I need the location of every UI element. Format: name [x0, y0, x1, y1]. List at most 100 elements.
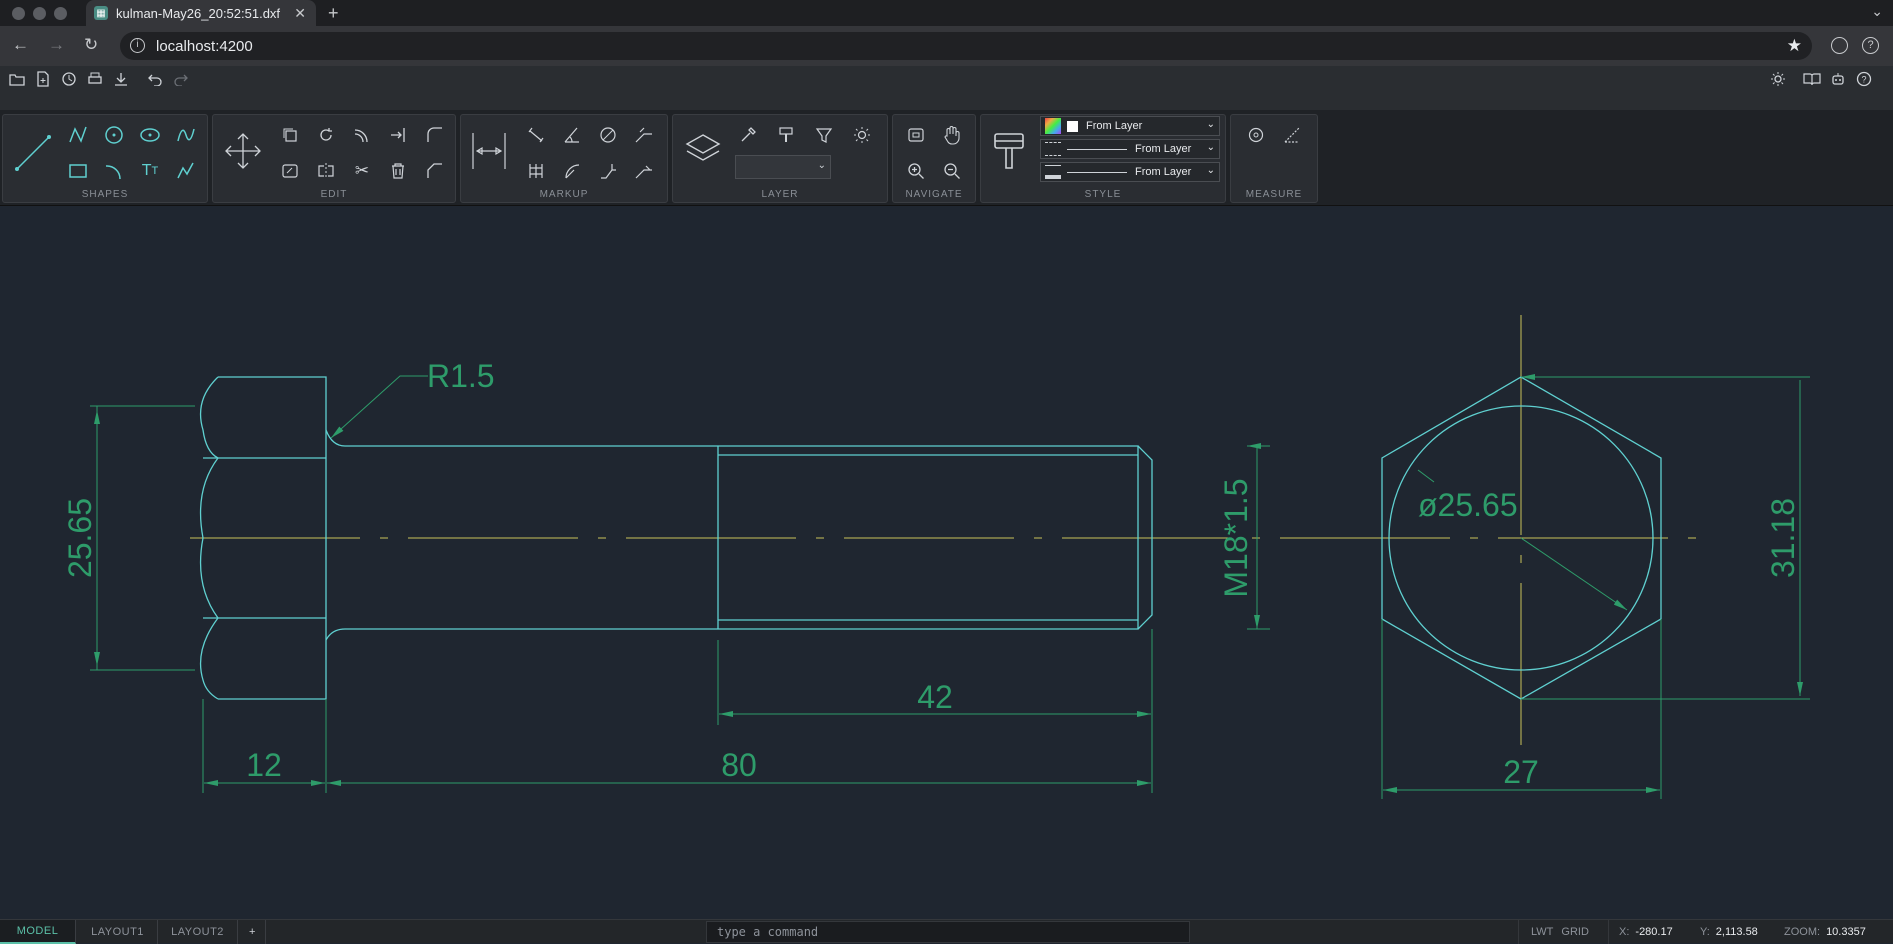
arc-tool-icon[interactable]: [99, 156, 129, 186]
grid-toggle[interactable]: GRID: [1561, 926, 1589, 938]
cad-drawing[interactable]: R1.5 25.65 M18*1.5 ø25.65 31.18 12 80 42…: [0, 207, 1893, 919]
tab-layout1[interactable]: LAYOUT1: [78, 920, 158, 944]
leader-dimension-icon[interactable]: [629, 120, 659, 150]
measure-distance-icon[interactable]: [1277, 120, 1307, 150]
robot-icon[interactable]: [1825, 66, 1851, 92]
dim-head-height-text: 25.65: [62, 498, 98, 578]
rectangle-tool-icon[interactable]: [63, 156, 93, 186]
markup-group-label: MARKUP: [539, 189, 589, 200]
bookmark-star-icon[interactable]: ★: [1787, 36, 1802, 56]
move-tool-icon[interactable]: [221, 129, 265, 173]
app-quick-access-bar: ?: [0, 66, 1893, 114]
linear-dimension-icon[interactable]: [469, 129, 509, 173]
ellipse-tool-icon[interactable]: [135, 120, 165, 150]
layers-icon[interactable]: [683, 129, 723, 169]
tab-layout2[interactable]: LAYOUT2: [158, 920, 238, 944]
open-folder-icon[interactable]: [4, 66, 30, 92]
angular-dimension-icon[interactable]: [557, 120, 587, 150]
reload-icon[interactable]: ↻: [84, 35, 98, 55]
lwt-toggle[interactable]: LWT: [1531, 926, 1553, 938]
radius-dimension-icon[interactable]: [557, 156, 587, 186]
book-icon[interactable]: [1799, 66, 1825, 92]
zoom-extents-icon[interactable]: [901, 120, 931, 150]
undo-icon[interactable]: [142, 66, 168, 92]
offset-tool-icon[interactable]: [347, 120, 377, 150]
dimension-texts: R1.5 25.65 M18*1.5 ø25.65 31.18 12 80 42…: [62, 358, 1801, 790]
profile-icon[interactable]: [1831, 37, 1848, 54]
diameter-dimension-icon[interactable]: [593, 120, 623, 150]
eyedropper-icon[interactable]: [733, 120, 763, 150]
linetype-select-value: From Layer: [1135, 143, 1192, 155]
site-info-icon[interactable]: i: [130, 38, 145, 53]
color-select-value: From Layer: [1086, 120, 1143, 132]
forward-arrow-icon[interactable]: →: [48, 35, 65, 55]
color-select[interactable]: From Layer ⌄: [1040, 116, 1220, 136]
drawing-canvas[interactable]: R1.5 25.65 M18*1.5 ø25.65 31.18 12 80 42…: [0, 207, 1893, 919]
help-circle-icon[interactable]: ?: [1851, 66, 1877, 92]
tab-model[interactable]: MODEL: [0, 920, 76, 944]
theme-sun-icon[interactable]: [1765, 66, 1791, 92]
circle-tool-icon[interactable]: [99, 120, 129, 150]
edit-group: ✂ EDIT: [212, 114, 456, 203]
ordinate-dimension-icon[interactable]: [593, 156, 623, 186]
new-tab-icon[interactable]: +: [328, 3, 339, 24]
extend-tool-icon[interactable]: [383, 120, 413, 150]
zoom-label: ZOOM:: [1784, 926, 1821, 938]
command-input[interactable]: type a command: [706, 921, 1190, 943]
y-coord-label: Y:: [1700, 926, 1710, 938]
browser-tab[interactable]: ▦ kulman-May26_20:52:51.dxf ✕: [86, 0, 316, 26]
spline-tool-icon[interactable]: [171, 120, 201, 150]
history-icon[interactable]: [56, 66, 82, 92]
redo-icon[interactable]: [168, 66, 194, 92]
zoom-value: 10.3357: [1826, 926, 1866, 938]
layer-light-icon[interactable]: [847, 120, 877, 150]
window-close-dot[interactable]: [12, 7, 25, 20]
dimension-lines: [90, 376, 1810, 799]
window-minimize-dot[interactable]: [33, 7, 46, 20]
help-icon[interactable]: ?: [1862, 37, 1879, 54]
lineweight-select[interactable]: From Layer ⌄: [1040, 162, 1220, 182]
chamfer-tool-icon[interactable]: [419, 156, 449, 186]
x-coord-label: X:: [1619, 926, 1630, 938]
back-arrow-icon[interactable]: ←: [12, 35, 29, 55]
rotate-tool-icon[interactable]: [311, 120, 341, 150]
url-field[interactable]: i localhost:4200 ★: [120, 32, 1812, 60]
delete-trash-icon[interactable]: [383, 156, 413, 186]
baseline-dimension-icon[interactable]: [521, 156, 551, 186]
layer-group: ⌄ LAYER: [672, 114, 888, 203]
trim-scissors-icon[interactable]: ✂: [347, 156, 377, 186]
window-zoom-dot[interactable]: [54, 7, 67, 20]
measure-area-icon[interactable]: [1241, 120, 1271, 150]
new-file-icon[interactable]: [30, 66, 56, 92]
svg-text:?: ?: [1861, 75, 1866, 85]
lineweight-icon: [1045, 165, 1061, 179]
text-tool-icon[interactable]: TT: [135, 156, 165, 186]
continue-dimension-icon[interactable]: [629, 156, 659, 186]
linetype-icon: [1045, 142, 1061, 156]
fillet-tool-icon[interactable]: [419, 120, 449, 150]
zoom-out-icon[interactable]: [937, 156, 967, 186]
match-properties-brush-icon[interactable]: [991, 131, 1027, 171]
freehand-tool-icon[interactable]: [171, 156, 201, 186]
layer-paint-icon[interactable]: [771, 120, 801, 150]
markup-group: MARKUP: [460, 114, 668, 203]
aligned-dimension-icon[interactable]: [521, 120, 551, 150]
filter-icon[interactable]: [809, 120, 839, 150]
scale-tool-icon[interactable]: [275, 156, 305, 186]
add-layout-button[interactable]: +: [240, 920, 266, 944]
polyline-tool-icon[interactable]: [63, 120, 93, 150]
tab-search-chevron-icon[interactable]: ⌄: [1871, 3, 1883, 20]
download-icon[interactable]: [108, 66, 134, 92]
close-tab-icon[interactable]: ✕: [294, 5, 306, 22]
lineweight-preview: [1067, 171, 1127, 173]
mirror-tool-icon[interactable]: [311, 156, 341, 186]
linetype-select[interactable]: From Layer ⌄: [1040, 139, 1220, 159]
print-icon[interactable]: [82, 66, 108, 92]
dim-thread-length-text: 42: [917, 679, 953, 715]
line-tool-icon[interactable]: [13, 133, 53, 173]
zoom-in-icon[interactable]: [901, 156, 931, 186]
address-bar-row: ← → ↻ i localhost:4200 ★ ?: [0, 26, 1893, 66]
copy-tool-icon[interactable]: [275, 120, 305, 150]
pan-hand-icon[interactable]: [937, 120, 967, 150]
layer-select[interactable]: ⌄: [735, 155, 831, 179]
